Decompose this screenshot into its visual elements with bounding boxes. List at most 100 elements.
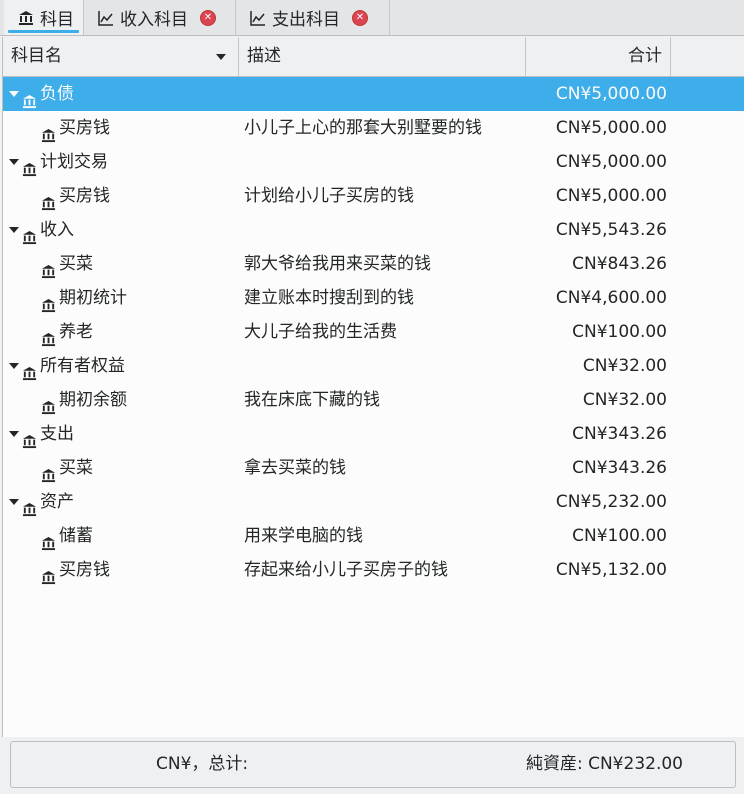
account-total: CN¥343.26 xyxy=(572,458,667,478)
account-group-row[interactable]: 所有者权益 CN¥32.00 xyxy=(3,349,744,383)
account-total: CN¥5,000.00 xyxy=(555,84,667,104)
account-description: 用来学电脑的钱 xyxy=(244,526,363,546)
account-name: 计划交易 xyxy=(40,152,108,172)
account-name: 买房钱 xyxy=(59,560,110,580)
expand-arrow-icon[interactable] xyxy=(9,499,19,505)
status-total-label: CN¥，总计: xyxy=(156,754,249,774)
account-name: 所有者权益 xyxy=(40,356,125,376)
account-name: 支出 xyxy=(40,424,74,444)
bank-icon xyxy=(22,223,37,244)
account-row[interactable]: 买菜 郭大爷给我用来买菜的钱 CN¥843.26 xyxy=(3,247,744,281)
expand-arrow-icon[interactable] xyxy=(9,431,19,437)
bank-icon xyxy=(18,10,34,26)
account-name-cell: 期初统计 xyxy=(41,281,127,315)
account-name-cell: 收入 xyxy=(9,213,74,247)
account-name-cell: 买菜 xyxy=(41,247,93,281)
account-group-row[interactable]: 收入 CN¥5,543.26 xyxy=(3,213,744,247)
account-total: CN¥100.00 xyxy=(572,526,667,546)
account-group-row[interactable]: 负债 CN¥5,000.00 xyxy=(3,77,744,111)
account-total: CN¥32.00 xyxy=(582,390,667,410)
column-header-label: 科目名 xyxy=(11,46,62,66)
account-description: 我在床底下藏的钱 xyxy=(244,390,380,410)
account-name: 买房钱 xyxy=(59,118,110,138)
tree-rows: 负债 CN¥5,000.00 买房钱 小儿子上心的那套大别墅要的钱 CN¥5,000.0… xyxy=(3,77,744,587)
account-name: 资产 xyxy=(40,492,74,512)
account-description: 大儿子给我的生活费 xyxy=(244,322,397,342)
account-name-cell: 资产 xyxy=(9,485,74,519)
bank-icon xyxy=(41,291,56,312)
bank-icon xyxy=(22,155,37,176)
bank-icon xyxy=(22,359,37,380)
bank-icon xyxy=(41,529,56,550)
account-name-cell: 期初余额 xyxy=(41,383,127,417)
column-header-total[interactable]: 合计 xyxy=(526,37,671,76)
account-name: 负债 xyxy=(40,84,74,104)
account-group-row[interactable]: 支出 CN¥343.26 xyxy=(3,417,744,451)
account-name: 养老 xyxy=(59,322,93,342)
expand-arrow-icon[interactable] xyxy=(9,91,19,97)
bank-icon xyxy=(41,393,56,414)
column-header-label: 合计 xyxy=(628,46,662,66)
account-description: 小儿子上心的那套大别墅要的钱 xyxy=(244,118,482,138)
account-name-cell: 所有者权益 xyxy=(9,349,125,383)
account-row[interactable]: 养老 大儿子给我的生活费 CN¥100.00 xyxy=(3,315,744,349)
bank-icon xyxy=(22,87,37,108)
account-total: CN¥343.26 xyxy=(572,424,667,444)
account-total: CN¥5,000.00 xyxy=(555,186,667,206)
close-icon[interactable]: ✕ xyxy=(352,9,368,26)
account-total: CN¥5,132.00 xyxy=(555,560,667,580)
tab-expense-accounts[interactable]: 支出科目 ✕ xyxy=(236,0,390,35)
tab-bar: 科目 收入科目 ✕ 支出科目 ✕ xyxy=(0,0,744,36)
bank-icon xyxy=(41,563,56,584)
account-row[interactable]: 买房钱 小儿子上心的那套大别墅要的钱 CN¥5,000.00 xyxy=(3,111,744,145)
column-header-label: 描述 xyxy=(247,46,281,66)
account-row[interactable]: 买房钱 计划给小儿子买房的钱 CN¥5,000.00 xyxy=(3,179,744,213)
account-name-cell: 买房钱 xyxy=(41,553,110,587)
account-name: 期初统计 xyxy=(59,288,127,308)
status-net-assets: 純資産: CN¥232.00 xyxy=(525,754,683,774)
chart-icon xyxy=(250,10,266,26)
account-row[interactable]: 买房钱 存起来给小儿子买房子的钱 CN¥5,132.00 xyxy=(3,553,744,587)
account-description: 存起来给小儿子买房子的钱 xyxy=(244,560,448,580)
account-total: CN¥4,600.00 xyxy=(555,288,667,308)
column-header-description[interactable]: 描述 xyxy=(239,37,526,76)
bank-icon xyxy=(41,121,56,142)
account-row[interactable]: 期初余额 我在床底下藏的钱 CN¥32.00 xyxy=(3,383,744,417)
account-name: 买房钱 xyxy=(59,186,110,206)
expand-arrow-icon[interactable] xyxy=(9,159,19,165)
account-name: 买菜 xyxy=(59,458,93,478)
account-name-cell: 负债 xyxy=(9,77,74,111)
tab-income-accounts[interactable]: 收入科目 ✕ xyxy=(84,0,236,35)
tab-accounts[interactable]: 科目 xyxy=(4,0,84,35)
tab-label: 收入科目 xyxy=(120,10,188,30)
tab-label: 科目 xyxy=(40,10,74,30)
account-row[interactable]: 期初统计 建立账本时搜刮到的钱 CN¥4,600.00 xyxy=(3,281,744,315)
account-group-row[interactable]: 计划交易 CN¥5,000.00 xyxy=(3,145,744,179)
account-row[interactable]: 储蓄 用来学电脑的钱 CN¥100.00 xyxy=(3,519,744,553)
account-total: CN¥843.26 xyxy=(572,254,667,274)
account-row[interactable]: 买菜 拿去买菜的钱 CN¥343.26 xyxy=(3,451,744,485)
account-name: 收入 xyxy=(40,220,74,240)
sort-arrow-icon xyxy=(216,54,226,60)
accounts-tree-view[interactable]: 科目名 描述 合计 负债 CN¥5,000.00 买房钱 小儿子上心的那套大别墅要的钱… xyxy=(2,37,744,737)
account-total: CN¥5,000.00 xyxy=(555,152,667,172)
account-total: CN¥5,543.26 xyxy=(555,220,667,240)
column-header-name[interactable]: 科目名 xyxy=(3,37,239,76)
bank-icon xyxy=(41,461,56,482)
close-icon[interactable]: ✕ xyxy=(200,9,216,26)
account-description: 郭大爷给我用来买菜的钱 xyxy=(244,254,431,274)
account-name: 期初余额 xyxy=(59,390,127,410)
tab-label: 支出科目 xyxy=(272,10,340,30)
account-total: CN¥5,000.00 xyxy=(555,118,667,138)
expand-arrow-icon[interactable] xyxy=(9,227,19,233)
account-group-row[interactable]: 资产 CN¥5,232.00 xyxy=(3,485,744,519)
account-description: 建立账本时搜刮到的钱 xyxy=(244,288,414,308)
account-name-cell: 支出 xyxy=(9,417,74,451)
account-total: CN¥5,232.00 xyxy=(555,492,667,512)
account-name-cell: 储蓄 xyxy=(41,519,93,553)
account-description: 拿去买菜的钱 xyxy=(244,458,346,478)
bank-icon xyxy=(41,325,56,346)
account-total: CN¥32.00 xyxy=(582,356,667,376)
bank-icon xyxy=(22,427,37,448)
expand-arrow-icon[interactable] xyxy=(9,363,19,369)
